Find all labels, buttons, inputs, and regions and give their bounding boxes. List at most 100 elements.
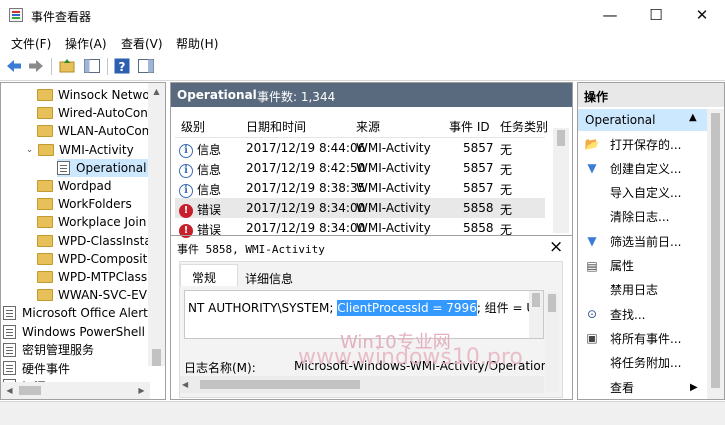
event-log-icon: [57, 160, 70, 175]
back-arrow-icon[interactable]: [5, 57, 23, 75]
tree-item[interactable]: Winsock Networ: [37, 86, 155, 104]
expand-chevron-icon[interactable]: ⌄: [25, 145, 34, 155]
blank-icon: [584, 379, 600, 395]
blank-icon: [584, 355, 600, 371]
error-icon: !: [179, 203, 193, 218]
action-item[interactable]: 禁用日志: [578, 278, 707, 302]
tab-general[interactable]: 常规: [192, 269, 216, 286]
maximize-button[interactable]: ☐: [633, 0, 679, 30]
toolbar: ?: [0, 53, 725, 81]
tree-item[interactable]: Wordpad: [37, 177, 111, 195]
tree-item[interactable]: WLAN-AutoCon: [37, 122, 149, 140]
event-datetime-cell: 2017/12/19 8:34:00: [246, 201, 366, 215]
tree-item[interactable]: WPD-MTPClassD: [37, 268, 156, 286]
event-detail-panel: 事件 5858, WMI-Activity × 常规 详细信息 NT AUTHO…: [171, 235, 572, 399]
event-source-cell: WMI-Activity: [356, 201, 431, 215]
event-task-cell: 无: [500, 183, 513, 197]
menu-action[interactable]: 操作(A): [65, 35, 107, 52]
event-level-cell: i 信息: [179, 161, 221, 178]
close-button[interactable]: ✕: [679, 0, 725, 30]
menu-view[interactable]: 查看(V): [121, 35, 163, 52]
navigation-tree-pane[interactable]: Winsock Networ Wired-AutoConf WLAN-AutoCon…: [0, 82, 166, 400]
event-level-text: 信息: [197, 143, 222, 157]
title-bar: 事件查看器 — ☐ ✕: [0, 0, 725, 31]
info-icon: i: [179, 163, 193, 178]
tree-item[interactable]: Wired-AutoConf: [37, 104, 152, 122]
status-bar: [0, 401, 725, 425]
tree-item[interactable]: WPD-Composite: [37, 250, 155, 268]
tree-item-label: Microsoft Office Alerts: [22, 306, 155, 321]
event-datetime-cell: 2017/12/19 8:42:50: [246, 161, 366, 175]
tree-item[interactable]: Microsoft Office Alerts: [3, 304, 154, 322]
action-item-label: 禁用日志: [610, 283, 659, 298]
tree-item-label: Wired-AutoConf: [58, 106, 153, 121]
svg-text:?: ?: [119, 60, 126, 74]
action-item[interactable]: 清除日志...: [578, 205, 707, 229]
event-list-scrollbar[interactable]: [553, 128, 569, 233]
show-hide-tree-icon[interactable]: [83, 57, 101, 75]
tree-item[interactable]: Operational: [57, 158, 151, 177]
action-item-label: 将任务附加...: [610, 356, 682, 371]
window-title: 事件查看器: [31, 10, 92, 24]
action-item[interactable]: 📂 打开保存的...: [578, 132, 707, 156]
column-header-level[interactable]: 级别: [181, 118, 205, 135]
tree-item[interactable]: Windows PowerShell: [3, 323, 145, 341]
detail-close-button[interactable]: ×: [549, 237, 563, 257]
log-header: Operational 事件数: 1,344: [171, 83, 572, 107]
tree-item[interactable]: Workplace Join: [37, 213, 146, 231]
action-item-label: 将所有事件...: [610, 331, 682, 346]
column-header-task-category[interactable]: 任务类别: [500, 118, 548, 135]
folder-icon: [37, 198, 53, 211]
tree-item[interactable]: WorkFolders: [37, 195, 132, 213]
detail-title: 事件 5858, WMI-Activity: [177, 243, 325, 256]
actions-section-operational[interactable]: Operational ▲: [578, 109, 707, 131]
menu-file[interactable]: 文件(F): [11, 35, 51, 52]
action-item[interactable]: ⊙ 查找...: [578, 302, 707, 326]
actions-scrollbar[interactable]: [707, 109, 724, 399]
collapse-up-arrow-icon[interactable]: ▲: [689, 112, 697, 123]
up-folder-icon[interactable]: [58, 57, 76, 75]
column-header-datetime[interactable]: 日期和时间: [246, 118, 306, 135]
action-item[interactable]: 查看 ▶: [578, 375, 707, 399]
action-item[interactable]: 将任务附加...: [578, 351, 707, 375]
action-item[interactable]: 导入自定义...: [578, 181, 707, 205]
event-row[interactable]: ! 错误 2017/12/19 8:34:00 WMI-Activity 5858 无: [175, 198, 545, 218]
event-log-icon: [3, 324, 16, 339]
action-item[interactable]: ▼ 筛选当前日...: [578, 229, 707, 253]
folder-icon: [37, 234, 53, 247]
action-item[interactable]: ▣ 将所有事件...: [578, 326, 707, 350]
filter-icon: ▼: [587, 161, 597, 176]
event-viewer-app-icon: [9, 8, 23, 22]
event-row[interactable]: i 信息 2017/12/19 8:42:50 WMI-Activity 5857 无: [175, 158, 545, 178]
detail-horizontal-scrollbar[interactable]: ◀: [180, 376, 544, 393]
event-level-text: 信息: [197, 183, 222, 197]
event-level-text: 信息: [197, 163, 222, 177]
tree-horizontal-scrollbar[interactable]: ◀ ▶: [1, 382, 150, 399]
event-row[interactable]: i 信息 2017/12/19 8:44:06 WMI-Activity 5857 无: [175, 138, 545, 158]
event-id-cell: 5857: [463, 181, 494, 195]
show-hide-action-pane-icon[interactable]: [137, 57, 155, 75]
column-header-event-id[interactable]: 事件 ID: [449, 118, 490, 135]
tree-item-label: Windows PowerShell: [22, 324, 145, 339]
tree-item[interactable]: 硬件事件: [3, 359, 70, 377]
menu-help[interactable]: 帮助(H): [176, 35, 218, 52]
tree-vertical-scrollbar[interactable]: ▲: [148, 83, 165, 366]
action-item[interactable]: ▤ 属性: [578, 254, 707, 278]
column-header-source[interactable]: 来源: [356, 118, 380, 135]
action-item[interactable]: ▼ 创建自定义...: [578, 156, 707, 180]
tree-item[interactable]: WWAN-SVC-EVE: [37, 286, 155, 304]
description-box[interactable]: NT AUTHORITY\SYSTEM; ClientProcessId = 7…: [184, 290, 544, 339]
detail-vertical-scrollbar[interactable]: [545, 292, 559, 392]
help-icon[interactable]: ?: [113, 57, 131, 75]
event-id-cell: 5858: [463, 221, 494, 235]
forward-arrow-icon[interactable]: [27, 57, 45, 75]
tree-item[interactable]: ⌄ WMI-Activity: [25, 141, 134, 159]
info-icon: i: [179, 143, 193, 158]
event-row[interactable]: i 信息 2017/12/19 8:38:35 WMI-Activity 5857 无: [175, 178, 545, 198]
event-level-text: 错误: [197, 203, 222, 217]
tree-item[interactable]: 密钥管理服务: [3, 341, 94, 359]
tab-details[interactable]: 详细信息: [245, 270, 293, 287]
tree-item[interactable]: WPD-ClassInstal: [37, 232, 155, 250]
minimize-button[interactable]: —: [587, 0, 633, 30]
description-scrollbar[interactable]: [529, 291, 543, 338]
